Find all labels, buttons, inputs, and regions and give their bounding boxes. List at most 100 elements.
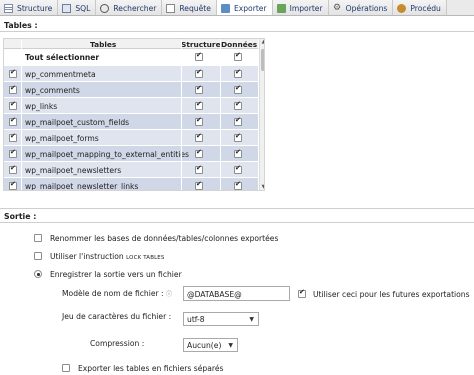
lock-tables-code: LOCK TABLES — [126, 255, 165, 261]
tab-bar: Structure SQL Rechercher Requête Exporte… — [0, 0, 474, 16]
rename-checkbox[interactable] — [34, 234, 42, 242]
compression-label: Compression : — [90, 339, 145, 348]
data-checkbox[interactable] — [234, 116, 242, 126]
save-to-file-radio[interactable] — [34, 270, 42, 278]
tab-exporter[interactable]: Exporter — [216, 0, 273, 15]
scroll-down-icon[interactable]: ▼ — [260, 184, 264, 190]
table-name: wp_links — [25, 102, 58, 111]
data-checkbox[interactable] — [234, 148, 242, 158]
structure-checkbox[interactable] — [195, 68, 203, 78]
scrollbar-thumb[interactable] — [261, 49, 264, 71]
remember-template-label: Utiliser ceci pour les futures exportati… — [313, 290, 470, 299]
table-name: wp_commentmeta — [25, 70, 96, 79]
tab-requete[interactable]: Requête — [162, 0, 217, 15]
search-icon — [100, 3, 110, 13]
table-select-checkbox[interactable] — [9, 164, 17, 174]
tables-scrollbar[interactable]: ▲ ▼ — [259, 39, 264, 190]
divider — [0, 208, 474, 209]
import-icon — [276, 3, 286, 13]
compression-select[interactable]: Aucun(e) ▼ — [183, 338, 238, 352]
separate-files-checkbox[interactable] — [62, 364, 70, 372]
table-select-checkbox[interactable] — [9, 180, 17, 190]
tab-operations[interactable]: ⚙ Opérations — [328, 0, 394, 15]
divider — [0, 31, 474, 32]
table-name: wp_mailpoet_newsletter_links — [25, 182, 139, 191]
tab-label: Exporter — [233, 3, 267, 13]
rename-label: Renommer les bases de données/tables/col… — [50, 234, 279, 243]
tab-label: Procédu — [410, 3, 441, 13]
tab-sql[interactable]: SQL — [58, 0, 97, 15]
filename-template-label: Modèle de nom de fichier : ⓘ — [62, 289, 172, 298]
structure-checkbox[interactable] — [195, 100, 203, 110]
procedures-icon — [397, 3, 407, 13]
remember-template-checkbox[interactable] — [298, 288, 306, 298]
separate-files-label: Exporter les tables en fichiers séparés — [78, 364, 224, 373]
divider — [0, 222, 474, 223]
column-header-data: Données — [221, 40, 258, 49]
table-name: wp_comments — [25, 86, 80, 95]
data-checkbox[interactable] — [234, 68, 242, 78]
column-header-structure: Structure — [181, 40, 221, 49]
chevron-down-icon: ▼ — [228, 342, 233, 349]
data-checkbox[interactable] — [234, 164, 242, 174]
table-name: wp_mailpoet_custom_fields — [25, 118, 130, 127]
tables-list: Tables Structure Données Tout sélectionn… — [3, 38, 265, 191]
tab-structure[interactable]: Structure — [0, 0, 59, 15]
table-name: wp_mailpoet_newsletters — [25, 166, 122, 175]
tab-importer[interactable]: Importer — [272, 0, 329, 15]
filename-template-input[interactable]: @DATABASE@ — [183, 286, 290, 301]
tables-heading: Tables : — [4, 21, 38, 30]
table-select-checkbox[interactable] — [9, 116, 17, 126]
table-name: wp_mailpoet_forms — [25, 134, 99, 143]
column-divider — [220, 39, 221, 190]
table-structure-icon — [4, 3, 13, 13]
sql-icon — [62, 3, 72, 13]
query-icon — [166, 3, 176, 13]
column-divider — [21, 39, 22, 190]
chevron-down-icon: ▼ — [249, 316, 254, 323]
data-checkbox[interactable] — [234, 132, 242, 142]
structure-checkbox[interactable] — [195, 148, 203, 158]
lock-tables-checkbox[interactable] — [34, 252, 42, 260]
filename-template-label-text: Modèle de nom de fichier : — [62, 289, 164, 298]
structure-checkbox[interactable] — [195, 132, 203, 142]
tab-label: SQL — [75, 3, 91, 13]
charset-select[interactable]: utf-8 ▼ — [183, 312, 259, 326]
tab-label: Structure — [17, 3, 53, 13]
charset-selected: utf-8 — [187, 315, 205, 324]
tab-label: Opérations — [345, 3, 388, 13]
tab-procedures[interactable]: Procédu — [393, 0, 447, 15]
tab-label: Importer — [289, 3, 323, 13]
table-select-checkbox[interactable] — [9, 132, 17, 142]
operations-icon: ⚙ — [333, 2, 342, 13]
tab-label: Rechercher — [113, 3, 157, 13]
table-select-checkbox[interactable] — [9, 68, 17, 78]
table-select-checkbox[interactable] — [9, 84, 17, 94]
data-checkbox[interactable] — [234, 84, 242, 94]
data-checkbox[interactable] — [234, 100, 242, 110]
table-name: wp_mailpoet_mapping_to_external_entities — [25, 150, 189, 159]
structure-checkbox[interactable] — [195, 180, 203, 190]
export-icon — [220, 3, 230, 13]
output-heading: Sortie : — [4, 212, 37, 221]
lock-tables-label: Utiliser l'instruction LOCK TABLES — [50, 252, 165, 261]
structure-checkbox[interactable] — [195, 164, 203, 174]
save-to-file-label: Enregistrer la sortie vers un fichier — [50, 270, 182, 279]
charset-label: Jeu de caractères du fichier : — [62, 312, 172, 321]
select-all-structure-checkbox[interactable] — [195, 51, 203, 61]
info-icon[interactable]: ⓘ — [166, 291, 172, 298]
structure-checkbox[interactable] — [195, 116, 203, 126]
compression-selected: Aucun(e) — [187, 341, 222, 350]
data-checkbox[interactable] — [234, 180, 242, 190]
structure-checkbox[interactable] — [195, 84, 203, 94]
table-select-checkbox[interactable] — [9, 148, 17, 158]
select-all-label: Tout sélectionner — [25, 53, 100, 62]
column-header-tables: Tables — [90, 40, 117, 49]
tab-label: Requête — [179, 3, 211, 13]
scroll-up-icon[interactable]: ▲ — [260, 39, 264, 46]
tab-rechercher[interactable]: Rechercher — [96, 0, 163, 15]
column-divider — [181, 39, 182, 190]
table-select-checkbox[interactable] — [9, 100, 17, 110]
select-all-data-checkbox[interactable] — [234, 51, 242, 61]
lock-tables-label-text: Utiliser l'instruction — [50, 252, 124, 261]
